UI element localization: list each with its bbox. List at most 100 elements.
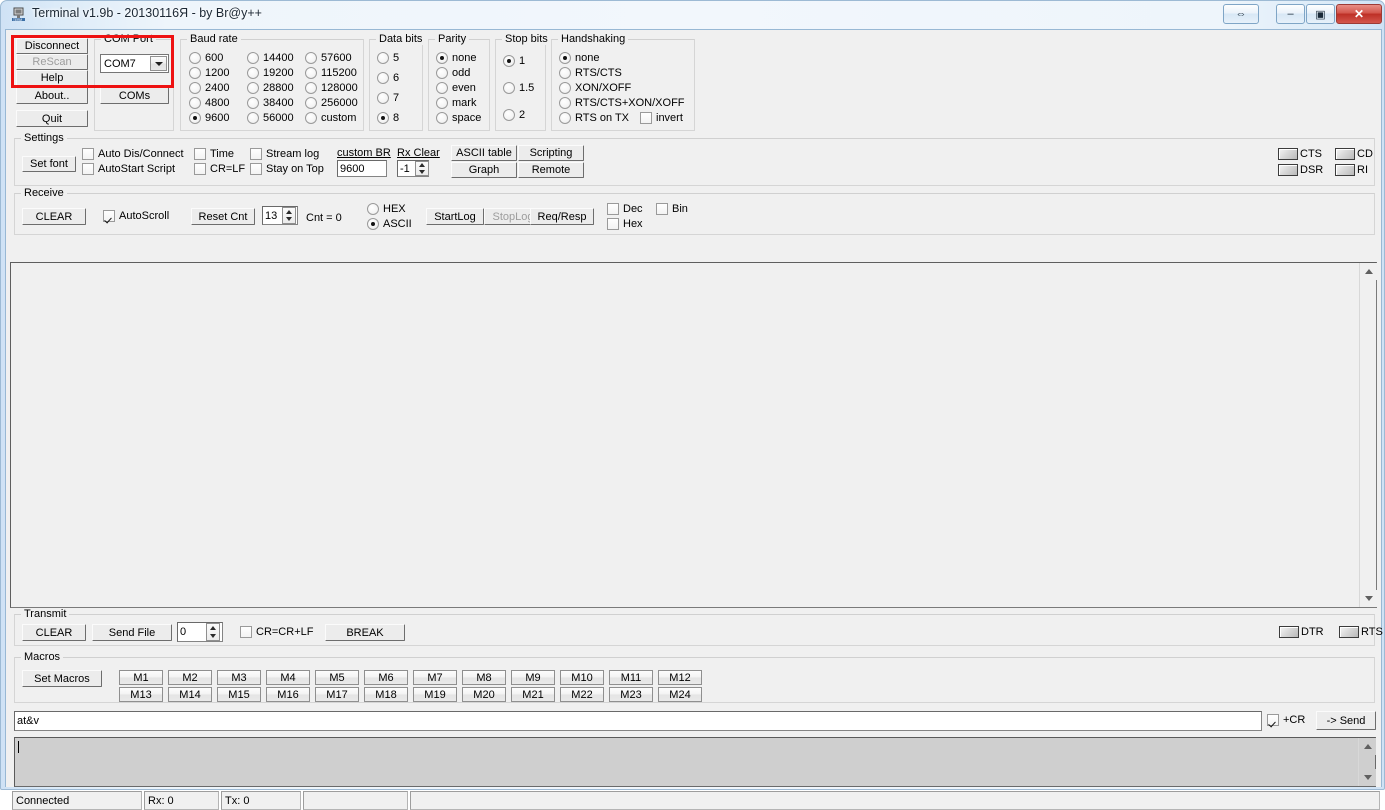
scroll-down-icon[interactable] <box>1359 769 1376 786</box>
scroll-up-icon[interactable] <box>1360 263 1377 280</box>
handshake-invert-check[interactable]: invert <box>640 112 683 124</box>
transmit-delay-spinner[interactable] <box>206 623 220 641</box>
format-hex-radio[interactable]: HEX <box>367 203 406 215</box>
macro-button-m14[interactable]: M14 <box>168 687 212 702</box>
macro-button-m24[interactable]: M24 <box>658 687 702 702</box>
macro-button-m15[interactable]: M15 <box>217 687 261 702</box>
macro-button-m11[interactable]: M11 <box>609 670 653 685</box>
macro-button-m10[interactable]: M10 <box>560 670 604 685</box>
bin-check[interactable]: Bin <box>656 203 688 215</box>
help-button[interactable]: Help <box>16 70 88 86</box>
send-file-button[interactable]: Send File <box>92 624 172 641</box>
req-resp-button[interactable]: Req/Resp <box>530 208 594 225</box>
macro-button-m20[interactable]: M20 <box>462 687 506 702</box>
macro-button-m7[interactable]: M7 <box>413 670 457 685</box>
auto-dis-connect-check[interactable]: Auto Dis/Connect <box>82 148 184 160</box>
data-bits-7[interactable]: 7 <box>377 92 399 104</box>
macro-button-m3[interactable]: M3 <box>217 670 261 685</box>
handshake-rtscts-xonxoff[interactable]: RTS/CTS+XON/XOFF <box>559 97 685 109</box>
data-bits-8[interactable]: 8 <box>377 112 399 124</box>
macro-button-m6[interactable]: M6 <box>364 670 408 685</box>
quit-button[interactable]: Quit <box>16 110 88 127</box>
handshake-xon-xoff[interactable]: XON/XOFF <box>559 82 631 94</box>
stop-bits-1-5[interactable]: 1.5 <box>503 82 534 94</box>
scroll-down-icon[interactable] <box>1360 590 1377 607</box>
macro-button-m23[interactable]: M23 <box>609 687 653 702</box>
cr-lf-check[interactable]: CR=LF <box>194 163 245 175</box>
macro-button-m21[interactable]: M21 <box>511 687 555 702</box>
disconnect-button[interactable]: Disconnect <box>16 38 88 54</box>
send-history-memo[interactable] <box>14 737 1376 787</box>
baud-custom[interactable]: custom <box>305 112 356 124</box>
minimize-button[interactable]: – <box>1276 4 1305 24</box>
macro-button-m16[interactable]: M16 <box>266 687 310 702</box>
baud-56000[interactable]: 56000 <box>247 112 294 124</box>
autoscroll-check[interactable]: AutoScroll <box>103 210 169 222</box>
send-input[interactable]: at&v <box>14 711 1262 731</box>
handshake-none[interactable]: none <box>559 52 599 64</box>
data-bits-5[interactable]: 5 <box>377 52 399 64</box>
baud-38400[interactable]: 38400 <box>247 97 294 109</box>
parity-space[interactable]: space <box>436 112 481 124</box>
macro-button-m19[interactable]: M19 <box>413 687 457 702</box>
scripting-button[interactable]: Scripting <box>518 145 584 161</box>
chevron-down-icon[interactable] <box>150 56 167 71</box>
macro-button-m17[interactable]: M17 <box>315 687 359 702</box>
start-log-button[interactable]: StartLog <box>426 208 484 225</box>
baud-28800[interactable]: 28800 <box>247 82 294 94</box>
baud-9600[interactable]: 9600 <box>189 112 229 124</box>
macro-button-m8[interactable]: M8 <box>462 670 506 685</box>
custom-br-input[interactable]: 9600 <box>337 160 387 177</box>
receive-scrollbar[interactable] <box>1359 263 1376 607</box>
spinner-down-icon[interactable] <box>283 216 295 224</box>
handshake-rts-on-tx[interactable]: RTS on TX <box>559 112 629 124</box>
spinner-down-icon[interactable] <box>207 632 219 640</box>
ascii-table-button[interactable]: ASCII table <box>451 145 517 161</box>
handshake-rts-cts[interactable]: RTS/CTS <box>559 67 622 79</box>
spinner-up-icon[interactable] <box>283 208 295 216</box>
dec-check[interactable]: Dec <box>607 203 643 215</box>
remote-button[interactable]: Remote <box>518 162 584 178</box>
baud-19200[interactable]: 19200 <box>247 67 294 79</box>
macro-button-m1[interactable]: M1 <box>119 670 163 685</box>
plus-cr-check[interactable]: +CR <box>1267 714 1305 726</box>
cnt-spinner[interactable] <box>282 207 296 224</box>
baud-128000[interactable]: 128000 <box>305 82 358 94</box>
maximize-button[interactable]: ▣ <box>1306 4 1335 24</box>
receive-text-area[interactable] <box>10 262 1377 608</box>
baud-4800[interactable]: 4800 <box>189 97 229 109</box>
receive-clear-button[interactable]: CLEAR <box>22 208 86 225</box>
resize-button[interactable]: ⇔ <box>1223 4 1259 24</box>
scroll-up-icon[interactable] <box>1359 738 1376 755</box>
com-port-select[interactable]: COM7 <box>100 54 169 73</box>
hex-check[interactable]: Hex <box>607 218 643 230</box>
stay-on-top-check[interactable]: Stay on Top <box>250 163 324 175</box>
break-button[interactable]: BREAK <box>325 624 405 641</box>
spinner-up-icon[interactable] <box>207 624 219 632</box>
parity-none[interactable]: none <box>436 52 476 64</box>
format-ascii-radio[interactable]: ASCII <box>367 218 412 230</box>
macro-button-m5[interactable]: M5 <box>315 670 359 685</box>
baud-115200[interactable]: 115200 <box>305 67 357 79</box>
macro-button-m2[interactable]: M2 <box>168 670 212 685</box>
cr-crlf-check[interactable]: CR=CR+LF <box>240 626 313 638</box>
macro-button-m13[interactable]: M13 <box>119 687 163 702</box>
time-check[interactable]: Time <box>194 148 234 160</box>
baud-256000[interactable]: 256000 <box>305 97 358 109</box>
stream-log-check[interactable]: Stream log <box>250 148 319 160</box>
rescan-button[interactable]: ReScan <box>16 54 88 70</box>
parity-odd[interactable]: odd <box>436 67 470 79</box>
macro-button-m12[interactable]: M12 <box>658 670 702 685</box>
memo-scrollbar[interactable] <box>1358 738 1375 786</box>
macro-button-m18[interactable]: M18 <box>364 687 408 702</box>
macro-button-m4[interactable]: M4 <box>266 670 310 685</box>
close-button[interactable]: ✕ <box>1336 4 1382 24</box>
macro-button-m22[interactable]: M22 <box>560 687 604 702</box>
baud-57600[interactable]: 57600 <box>305 52 352 64</box>
macro-button-m9[interactable]: M9 <box>511 670 555 685</box>
coms-button[interactable]: COMs <box>100 87 169 104</box>
baud-2400[interactable]: 2400 <box>189 82 229 94</box>
graph-button[interactable]: Graph <box>451 162 517 178</box>
transmit-clear-button[interactable]: CLEAR <box>22 624 86 641</box>
baud-1200[interactable]: 1200 <box>189 67 229 79</box>
